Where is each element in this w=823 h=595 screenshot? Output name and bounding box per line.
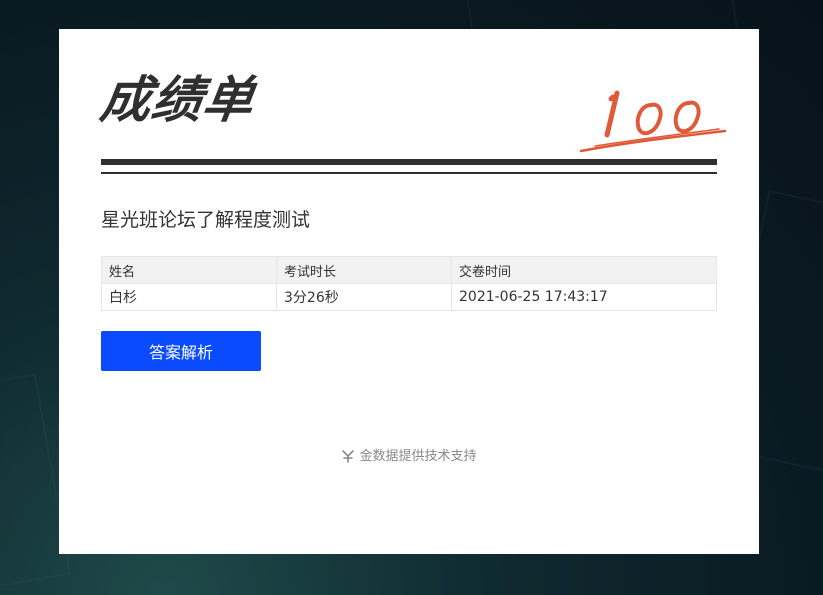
exam-name: 星光班论坛了解程度测试 [101, 209, 311, 231]
column-header-duration: 考试时长 [276, 256, 452, 284]
cell-name: 白杉 [101, 283, 277, 311]
score-report-card: 成绩单 星光班论坛了解程度测试 姓名 考试时长 交卷时间 白杉 3分26秒 20… [59, 29, 759, 554]
answer-analysis-button[interactable]: 答案解析 [101, 331, 261, 371]
cell-submit-time: 2021-06-25 17:43:17 [451, 283, 717, 311]
title-divider-thick [101, 159, 717, 165]
table-header-row: 姓名 考试时长 交卷时间 [101, 256, 717, 284]
column-header-name: 姓名 [101, 256, 277, 284]
title-divider-thin [101, 172, 717, 174]
footer-text: 金数据提供技术支持 [359, 449, 477, 464]
footer-powered-by[interactable]: 金数据提供技术支持 [59, 445, 759, 464]
jinshuju-logo-icon [342, 450, 355, 463]
table-row: 白杉 3分26秒 2021-06-25 17:43:17 [101, 283, 717, 311]
result-table: 姓名 考试时长 交卷时间 白杉 3分26秒 2021-06-25 17:43:1… [101, 256, 717, 311]
column-header-submit-time: 交卷时间 [451, 256, 717, 284]
page-title: 成绩单 [96, 71, 259, 129]
cell-duration: 3分26秒 [276, 283, 452, 311]
score-100-stamp-icon [579, 90, 727, 153]
